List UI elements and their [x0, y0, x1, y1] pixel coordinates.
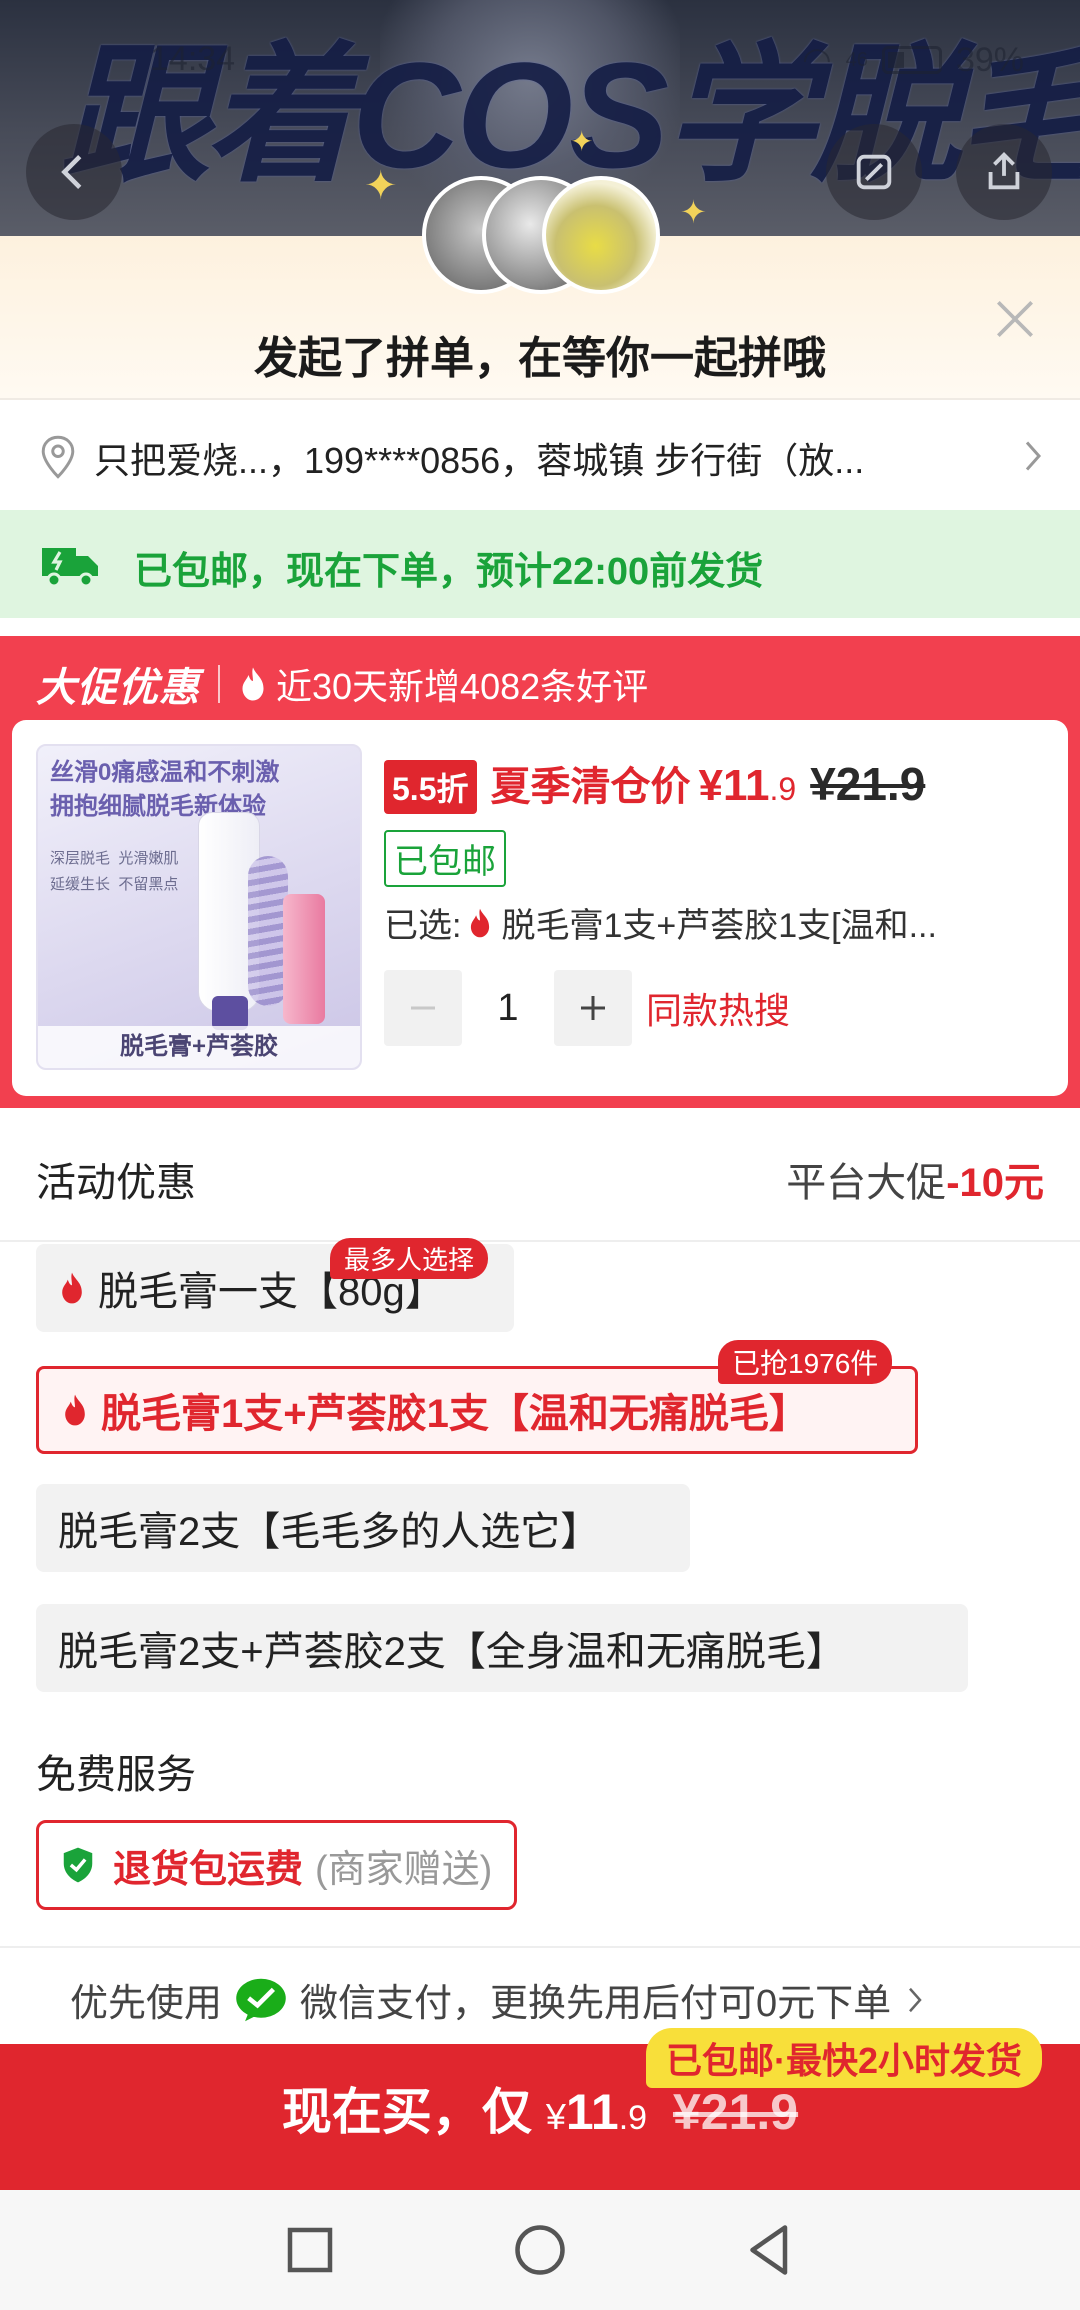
original-price: ¥21.9 — [810, 758, 926, 810]
price-label: 夏季清仓价 — [490, 765, 691, 809]
aloe-tube-shape — [283, 894, 325, 1024]
discount-badge: 5.5折 — [384, 760, 477, 814]
same-search-link[interactable]: 同款热搜 — [646, 982, 790, 1034]
buy-price-decimal: .9 — [618, 2099, 648, 2137]
image-feature: 深层脱毛 — [50, 850, 111, 867]
battery-percent: 39% — [955, 40, 1024, 79]
close-icon[interactable] — [990, 294, 1040, 344]
system-nav-bar — [0, 2190, 1080, 2310]
product-card: 丝滑0痛感温和不刺激 拥抱细腻脱毛新体验 深层脱毛 光滑嫩肌 延缓生长 不留黑点… — [12, 720, 1068, 1096]
compare-button[interactable] — [826, 124, 922, 220]
sheet-title: 发起了拼单，在等你一起拼哦 — [254, 334, 826, 383]
price-line: 5.5折 夏季清仓价 ¥11.9 ¥21.9 — [384, 754, 925, 814]
product-image[interactable]: 丝滑0痛感温和不刺激 拥抱细腻脱毛新体验 深层脱毛 光滑嫩肌 延缓生长 不留黑点… — [36, 744, 362, 1070]
buy-price-integer: 11 — [565, 2084, 619, 2140]
free-shipping-tag: 已包邮 — [384, 830, 506, 887]
activity-label: 活动优惠 — [36, 1161, 196, 1205]
image-feature: 不留黑点 — [118, 876, 179, 893]
chevron-right-icon — [909, 1987, 922, 2012]
status-bar: 14:34 ◠ 46 39% — [0, 40, 1080, 84]
product-cap-shape — [212, 996, 248, 1030]
option-label: 脱毛膏2支+芦荟胶2支【全身温和无痛脱毛】 — [58, 1630, 846, 1674]
option-badge: 最多人选择 — [330, 1238, 489, 1279]
selected-prefix: 已选: — [384, 907, 462, 945]
wifi-icon: ◠ — [802, 41, 832, 79]
decrease-button[interactable] — [384, 970, 462, 1046]
sparkle-icon — [856, 154, 892, 190]
service-note: (商家赠送) — [315, 1848, 493, 1891]
address-row[interactable]: 只把爱烧...，199****0856，蓉城镇 步行街（放... — [0, 402, 1080, 508]
back-button[interactable] — [26, 124, 122, 220]
image-caption: 脱毛膏+芦荟胶 — [38, 1026, 360, 1068]
flame-icon — [62, 1272, 82, 1304]
chevron-right-icon — [1025, 441, 1042, 471]
shipping-notice: 已包邮，现在下单，预计22:00前发货 — [0, 510, 1080, 618]
avatar — [542, 176, 660, 294]
payment-prefix: 优先使用 — [70, 1983, 223, 2025]
payment-text: 微信支付，更换先用后付可0元下单 — [300, 1983, 892, 2025]
option-label: 脱毛膏2支【毛毛多的人选它】 — [58, 1510, 601, 1554]
image-feature: 延缓生长 — [50, 876, 111, 893]
battery-icon — [881, 46, 942, 74]
option-label: 脱毛膏1支+芦荟胶1支【温和无痛脱毛】 — [101, 1392, 809, 1436]
discount-value: -10元 — [946, 1161, 1044, 1205]
quantity-value[interactable]: 1 — [462, 987, 554, 1030]
location-pin-icon — [41, 435, 75, 479]
option-item[interactable]: 脱毛膏2支+芦荟胶2支【全身温和无痛脱毛】 — [36, 1604, 968, 1692]
minus-icon — [411, 1006, 435, 1010]
plus-icon — [581, 996, 605, 1020]
service-name: 退货包运费 — [113, 1848, 304, 1891]
option-badge: 已抢1976件 — [718, 1340, 893, 1384]
price-integer: 11 — [722, 761, 770, 810]
current-price: ¥11.9 — [699, 761, 797, 811]
shipping-text: 已包邮，现在下单，预计22:00前发货 — [134, 551, 764, 593]
option-item[interactable]: 脱毛膏2支【毛毛多的人选它】 — [36, 1484, 690, 1572]
flame-icon — [471, 908, 490, 937]
selected-variant: 已选: 脱毛膏1支+芦荟胶1支[温和... — [384, 898, 937, 947]
activity-discount-row[interactable]: 活动优惠 平台大促-10元 — [0, 1108, 1080, 1242]
share-button[interactable] — [956, 124, 1052, 220]
promo-tag: 大促优惠 — [36, 666, 200, 710]
sparkle-icon: ✦ — [570, 126, 594, 157]
price-decimal: .9 — [769, 771, 797, 807]
promo-section: 大促优惠 近30天新增4082条好评 丝滑0痛感温和不刺激 拥抱细腻脱毛新体验 … — [0, 636, 1080, 1108]
payment-method: 优先使用 微信支付，更换先用后付可0元下单 — [70, 1972, 925, 2027]
discount-label: 平台大促 — [786, 1161, 947, 1205]
home-icon[interactable] — [510, 2220, 570, 2280]
sparkle-icon: ✦ — [364, 164, 398, 208]
address-text: 只把爱烧...，199****0856，蓉城镇 步行街（放... — [94, 440, 865, 481]
currency-symbol: ¥ — [698, 761, 723, 810]
buy-original-price: ¥21.9 — [672, 2084, 799, 2140]
wechat-pay-icon — [236, 1978, 286, 2021]
currency-symbol: ¥ — [545, 2096, 566, 2137]
buy-label: 现在买，仅 — [281, 2084, 532, 2140]
lavender-decoration — [248, 856, 288, 1006]
status-indicators: ◠ 46 39% — [802, 40, 1024, 80]
sparkle-icon: ✦ — [680, 194, 707, 230]
signal-label: 46 — [845, 48, 868, 71]
status-time: 14:34 — [150, 40, 236, 78]
return-shipping-service[interactable]: 退货包运费 (商家赠送) — [36, 1820, 518, 1910]
shield-check-icon — [63, 1847, 93, 1883]
selected-value: 脱毛膏1支+芦荟胶1支[温和... — [501, 907, 937, 945]
activity-discount: 平台大促-10元 — [786, 1150, 1044, 1208]
divider — [218, 665, 220, 703]
quantity-stepper: 1 同款热搜 — [384, 970, 790, 1046]
image-headline-1: 丝滑0痛感温和不刺激 — [50, 759, 280, 786]
back-icon[interactable] — [740, 2220, 800, 2280]
share-icon — [988, 152, 1020, 190]
avatar-group — [422, 176, 662, 296]
chevron-left-icon — [61, 155, 82, 189]
recent-apps-icon[interactable] — [280, 2220, 340, 2280]
review-count: 近30天新增4082条好评 — [276, 666, 649, 707]
shipping-speed-tag: 已包邮·最快2小时发货 — [645, 2028, 1042, 2088]
promo-header: 大促优惠 近30天新增4082条好评 — [36, 654, 648, 714]
image-feature: 光滑嫩肌 — [118, 850, 179, 867]
free-service-label: 免费服务 — [36, 1753, 196, 1797]
truck-icon — [42, 548, 98, 588]
flame-icon — [242, 667, 264, 701]
image-features: 深层脱毛 光滑嫩肌 延缓生长 不留黑点 — [50, 846, 178, 898]
increase-button[interactable] — [554, 970, 632, 1046]
flame-icon — [65, 1394, 85, 1426]
